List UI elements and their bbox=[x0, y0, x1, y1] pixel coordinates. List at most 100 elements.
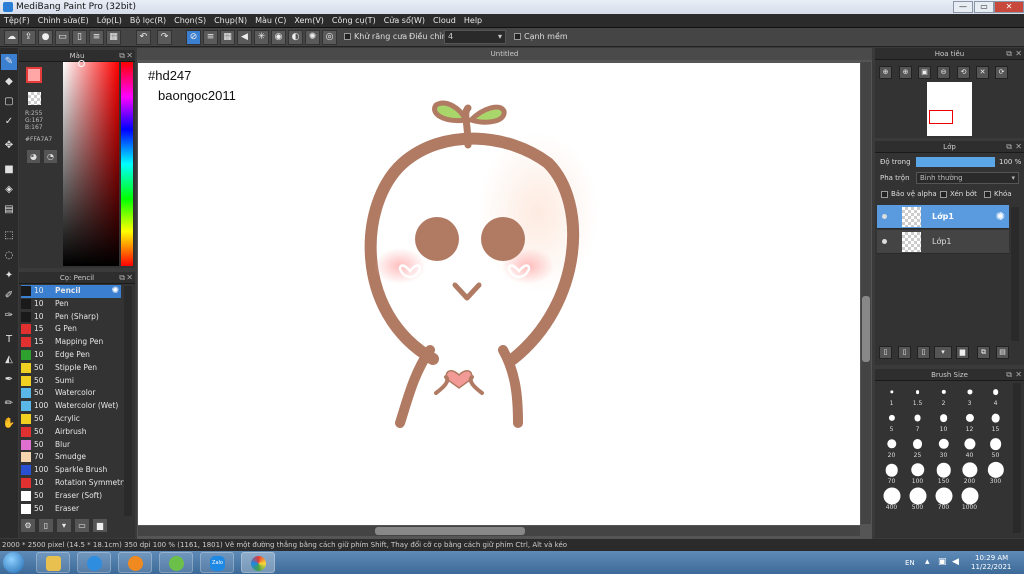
vertical-scroll-thumb[interactable] bbox=[862, 296, 870, 362]
language-indicator[interactable]: EN bbox=[905, 559, 915, 567]
soft-edge-checkbox[interactable] bbox=[514, 33, 521, 40]
grid-icon[interactable]: ▦ bbox=[106, 30, 121, 45]
menu-help[interactable]: Help bbox=[460, 14, 486, 28]
adjust-select[interactable]: 4 ▾ bbox=[444, 30, 506, 44]
brush-item[interactable]: 10 Pen (Sharp) bbox=[21, 311, 121, 324]
comment-icon[interactable]: ● bbox=[38, 30, 53, 45]
taskbar-zalo[interactable]: Zalo bbox=[200, 552, 234, 573]
menu-cloud[interactable]: Cloud bbox=[429, 14, 460, 28]
palette-icon[interactable]: ◕ bbox=[27, 150, 40, 163]
taskbar-ie[interactable] bbox=[77, 552, 111, 573]
brush-item[interactable]: 10 Pen bbox=[21, 298, 121, 311]
snap-off-icon[interactable]: ⊘ bbox=[186, 30, 201, 45]
cloud-icon[interactable]: ☁ bbox=[4, 30, 19, 45]
brush-item[interactable]: 100 Sparkle Brush bbox=[21, 464, 121, 477]
start-button[interactable] bbox=[0, 551, 32, 574]
pen-tool-icon[interactable]: ✏ bbox=[1, 396, 17, 412]
popout-icon[interactable]: ⧉ bbox=[119, 50, 125, 62]
brush-size-cell[interactable]: 700 bbox=[931, 486, 956, 511]
menu-edit[interactable]: Chỉnh sửa(E) bbox=[34, 14, 93, 28]
list-icon[interactable]: ≡ bbox=[89, 30, 104, 45]
bucket-tool-icon[interactable]: ◈ bbox=[1, 182, 17, 198]
opacity-slider[interactable] bbox=[916, 157, 995, 167]
menu-window[interactable]: Cửa sổ(W) bbox=[380, 14, 429, 28]
zoom-in-icon[interactable]: ⊕ bbox=[879, 66, 892, 79]
menu-filter[interactable]: Bộ lọc(R) bbox=[126, 14, 170, 28]
brush-item[interactable]: 50 Airbrush bbox=[21, 426, 121, 439]
close-icon[interactable]: ✕ bbox=[126, 272, 133, 284]
popout-icon[interactable]: ⧉ bbox=[1006, 141, 1012, 153]
check-tool-icon[interactable]: ✓ bbox=[1, 114, 17, 130]
zoom-out-icon[interactable]: ⊖ bbox=[937, 66, 950, 79]
snap-perspective-icon[interactable]: ◀ bbox=[237, 30, 252, 45]
copy-brush-icon[interactable]: ▭ bbox=[75, 519, 89, 532]
volume-icon[interactable]: ◀ bbox=[952, 557, 959, 567]
new-layer-icon[interactable]: ▯ bbox=[879, 346, 892, 359]
brush-item[interactable]: 50 Watercolor bbox=[21, 387, 121, 400]
undo-icon[interactable]: ↶ bbox=[136, 30, 151, 45]
brush-size-cell[interactable]: 40 bbox=[957, 434, 982, 459]
taskbar-medibang[interactable] bbox=[241, 552, 275, 573]
horizontal-scroll-thumb[interactable] bbox=[375, 527, 525, 535]
brush-size-cell[interactable]: 15 bbox=[983, 408, 1008, 433]
clock-time[interactable]: 10:29 AM bbox=[975, 554, 1008, 562]
text-tool-icon[interactable]: T bbox=[1, 332, 17, 348]
brush-size-cell[interactable]: 25 bbox=[905, 434, 930, 459]
clipping-checkbox[interactable] bbox=[940, 190, 947, 198]
clock-date[interactable]: 11/22/2021 bbox=[971, 563, 1011, 571]
snap-radial-icon[interactable]: ✳ bbox=[254, 30, 269, 45]
brush-size-cell[interactable]: 30 bbox=[931, 434, 956, 459]
brush-item[interactable]: 100 Watercolor (Wet) bbox=[21, 400, 121, 413]
visibility-eye-icon[interactable] bbox=[882, 214, 887, 219]
brush-settings-icon[interactable]: ⚙ bbox=[21, 519, 35, 532]
brush-settings-gear-icon[interactable]: ✺ bbox=[111, 285, 119, 298]
brush-size-cell[interactable]: 70 bbox=[879, 460, 904, 485]
brush-size-cell[interactable]: 1 bbox=[879, 382, 904, 407]
snap-grid-icon[interactable]: ▦ bbox=[220, 30, 235, 45]
brush-list-scrollbar[interactable] bbox=[124, 286, 132, 516]
brush-size-cell[interactable]: 20 bbox=[879, 434, 904, 459]
delete-layer-icon[interactable]: ▤ bbox=[996, 346, 1009, 359]
document-tab[interactable]: Untitled bbox=[137, 48, 872, 60]
snap-parallel-icon[interactable]: ≡ bbox=[203, 30, 218, 45]
taskbar-media-player[interactable] bbox=[118, 552, 152, 573]
canvas-vertical-scrollbar[interactable] bbox=[861, 62, 871, 524]
brush-item[interactable]: 10 Edge Pen bbox=[21, 349, 121, 362]
brush-item[interactable]: 50 Stipple Pen bbox=[21, 362, 121, 375]
brush-size-cell[interactable]: 2 bbox=[931, 382, 956, 407]
brush-size-cell[interactable]: 5 bbox=[879, 408, 904, 433]
network-icon[interactable]: ▣ bbox=[938, 557, 947, 567]
brush-item[interactable]: 70 Smudge bbox=[21, 451, 121, 464]
select-tool-icon[interactable]: ⬚ bbox=[1, 228, 17, 244]
tray-arrow-icon[interactable]: ▴ bbox=[925, 557, 930, 567]
foreground-color-swatch[interactable] bbox=[26, 67, 42, 83]
close-icon[interactable]: ✕ bbox=[1015, 141, 1022, 153]
taskbar-coccoc[interactable] bbox=[159, 552, 193, 573]
maximize-button[interactable]: ▭ bbox=[974, 1, 994, 13]
brush-item[interactable]: 50 Acrylic bbox=[21, 413, 121, 426]
layer-row[interactable]: Lớp1 ✺ bbox=[877, 205, 1009, 229]
brush-size-cell[interactable]: 200 bbox=[957, 460, 982, 485]
snap-circle-icon[interactable]: ◉ bbox=[271, 30, 286, 45]
message-icon[interactable]: ▭ bbox=[55, 30, 70, 45]
brush-size-cell[interactable]: 400 bbox=[879, 486, 904, 511]
drawing-canvas[interactable] bbox=[138, 63, 860, 525]
brush-item[interactable]: 50 Eraser bbox=[21, 503, 121, 516]
lasso-tool-icon[interactable]: ◌ bbox=[1, 248, 17, 264]
redo-icon[interactable]: ↷ bbox=[157, 30, 172, 45]
layer-settings-gear-icon[interactable]: ✺ bbox=[996, 210, 1005, 223]
brush-size-cell[interactable]: 1000 bbox=[957, 486, 982, 511]
add-brush-icon[interactable]: ▾ bbox=[57, 519, 71, 532]
reset-icon[interactable]: ✕ bbox=[976, 66, 989, 79]
lock-checkbox[interactable] bbox=[984, 190, 991, 198]
brush-size-cell[interactable]: 300 bbox=[983, 460, 1008, 485]
menu-tools[interactable]: Công cụ(T) bbox=[328, 14, 380, 28]
popout-icon[interactable]: ⧉ bbox=[1006, 48, 1012, 60]
duplicate-layer-icon[interactable]: ⧉ bbox=[977, 346, 990, 359]
eyedropper-tool-icon[interactable]: ✒ bbox=[1, 372, 17, 388]
brush-tool-icon[interactable]: ✎ bbox=[1, 54, 17, 70]
menu-layer[interactable]: Lớp(L) bbox=[93, 14, 126, 28]
fill-rect-tool-icon[interactable]: ■ bbox=[1, 162, 17, 178]
menu-view[interactable]: Xem(V) bbox=[290, 14, 328, 28]
brush-item[interactable]: 50 Blur bbox=[21, 439, 121, 452]
